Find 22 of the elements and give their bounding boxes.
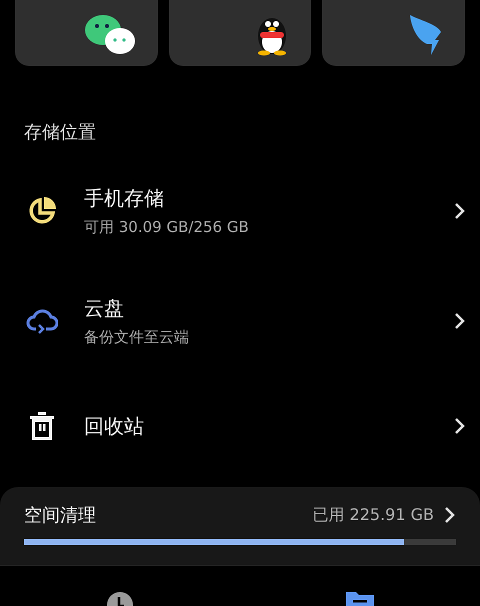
cloud-sync-icon — [26, 308, 58, 334]
cleanup-panel[interactable]: 空间清理 已用 225.91 GB — [0, 487, 480, 565]
chevron-icon — [444, 506, 456, 524]
location-subtitle: 备份文件至云端 — [84, 328, 190, 347]
trash-icon — [29, 411, 55, 441]
chevron-icon — [454, 202, 466, 220]
location-title[interactable]: 回收站 — [84, 412, 454, 440]
location-title[interactable]: 手机存储 — [84, 185, 454, 212]
folder-icon[interactable] — [345, 590, 375, 606]
cleanup-title: 空间清理 — [24, 504, 97, 527]
wing-icon — [409, 14, 444, 56]
app-card[interactable] — [168, 0, 312, 66]
location-subtitle: 可用 30.09 GB/256 GB — [84, 218, 250, 237]
chat-bubbles-icon — [84, 14, 136, 56]
usage-text: 已用 225.91 GB — [312, 504, 434, 526]
app-card[interactable] — [15, 0, 158, 66]
location-title[interactable]: 云盘 — [84, 295, 454, 322]
section-title: 存储位置 — [23, 121, 97, 145]
chevron-icon — [454, 312, 466, 330]
pie-chart-icon — [27, 196, 57, 226]
clock-icon[interactable] — [105, 590, 135, 606]
chevron-icon — [454, 417, 466, 435]
